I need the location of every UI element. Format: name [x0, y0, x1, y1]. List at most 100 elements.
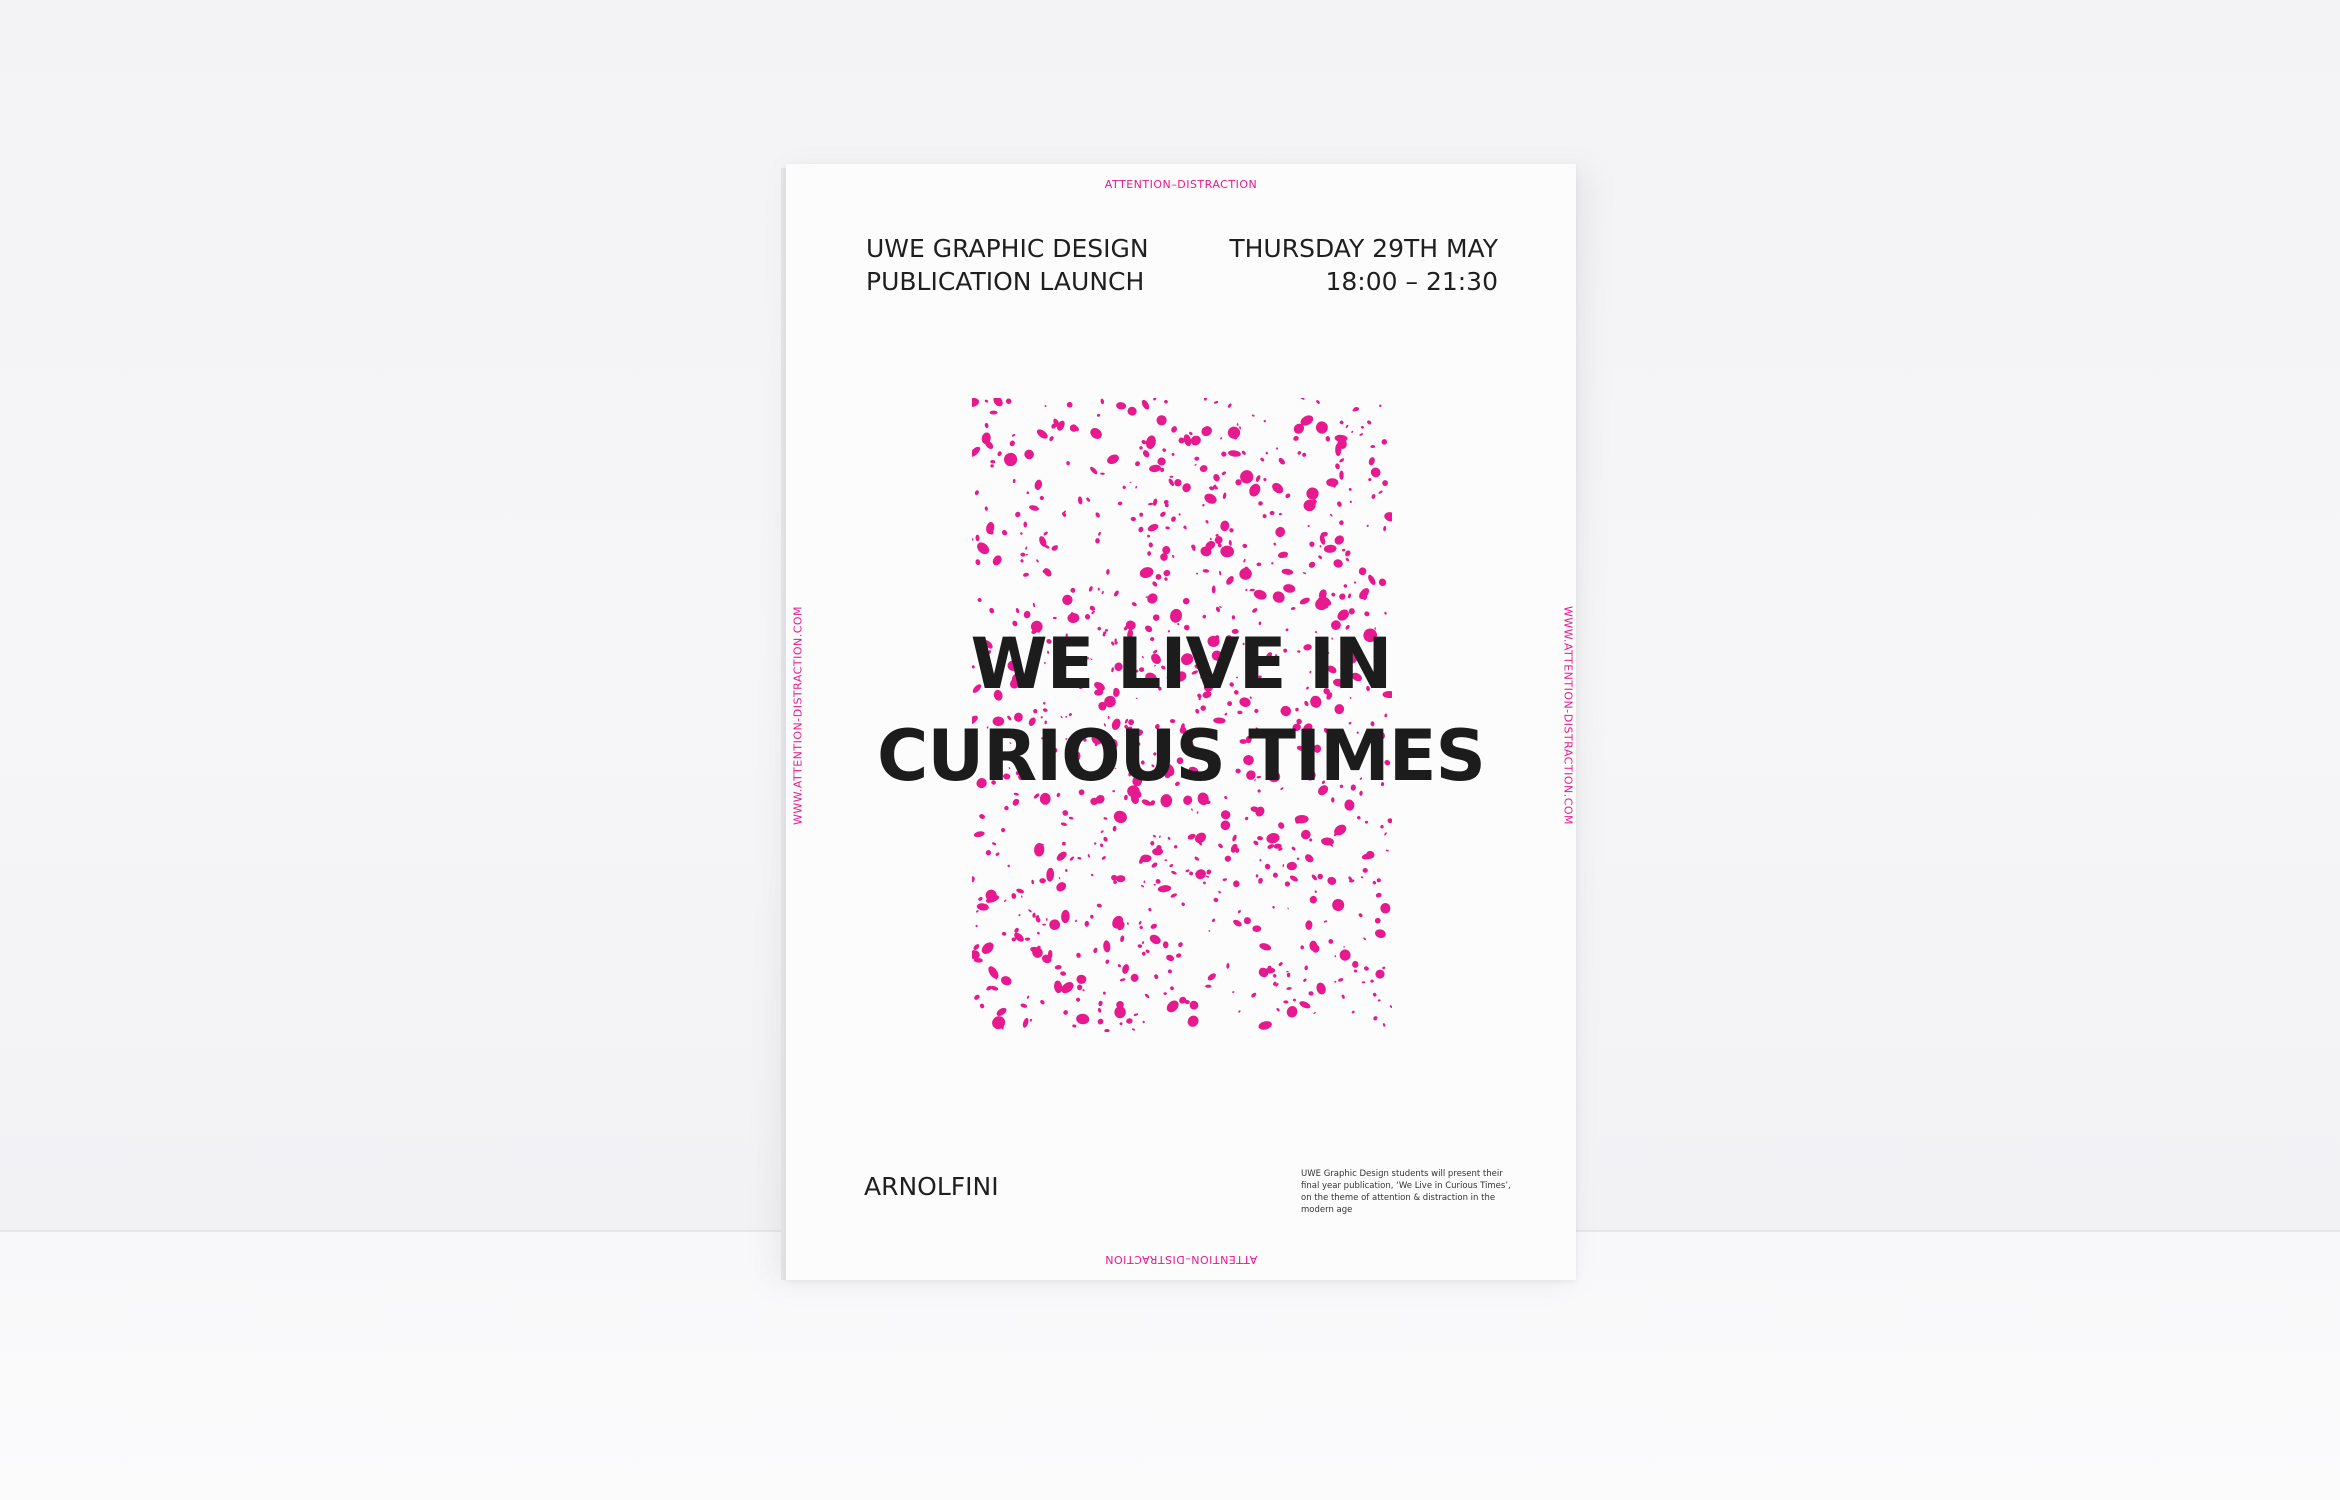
speckle-dot: [1025, 554, 1029, 556]
speckle-dot: [1379, 404, 1382, 408]
speckle-dot: [1302, 572, 1307, 575]
speckle-dot: [990, 459, 996, 464]
speckle-dot: [1084, 920, 1090, 927]
speckle-dot: [1156, 415, 1167, 426]
speckle-dot: [1094, 842, 1097, 845]
speckle-dot: [1062, 810, 1069, 816]
speckle-dot: [1162, 448, 1166, 452]
speckle-dot: [1150, 923, 1157, 929]
speckle-dot: [1202, 503, 1205, 507]
speckle-dot: [1382, 1023, 1386, 1027]
headline: WE LIVE IN CURIOUS TIMES: [786, 618, 1576, 802]
speckle-dot: [1139, 446, 1143, 450]
speckle-dot: [1205, 984, 1212, 988]
speckle-dot: [1245, 588, 1248, 591]
speckle-dot: [1224, 855, 1232, 862]
speckle-dot: [1380, 903, 1391, 914]
speckle-dot: [1290, 607, 1296, 610]
speckle-dot: [1384, 832, 1387, 836]
speckle-dot: [1334, 535, 1345, 545]
speckle-dot: [1003, 452, 1018, 467]
speckle-dot: [1259, 943, 1272, 951]
speckle-dot: [1178, 513, 1181, 516]
speckle-dot: [1164, 399, 1168, 404]
speckle-dot: [1176, 953, 1182, 958]
speckle-dot: [1229, 528, 1234, 533]
speckle-dot: [1113, 880, 1117, 884]
speckle-dot: [1194, 463, 1197, 466]
speckle-dot: [1005, 398, 1012, 404]
speckle-dot: [1155, 574, 1162, 580]
speckle-dot: [1241, 450, 1246, 455]
speckle-dot: [1011, 893, 1017, 899]
speckle-dot: [1364, 611, 1370, 617]
speckle-dot: [1286, 1006, 1298, 1018]
speckle-dot: [975, 559, 981, 566]
speckle-dot: [1249, 588, 1255, 592]
speckle-dot: [1265, 451, 1269, 455]
speckle-dot: [1282, 864, 1285, 868]
speckle-dot: [1267, 844, 1274, 849]
speckle-dot: [1244, 816, 1249, 821]
event-time: 18:00 – 21:30: [1325, 267, 1499, 296]
speckle-dot: [1309, 895, 1317, 904]
speckle-dot: [1016, 888, 1024, 894]
speckle-dot: [1157, 457, 1166, 466]
speckle-dot: [1377, 999, 1381, 1002]
speckle-dot: [992, 555, 1002, 566]
event-datetime: THURSDAY 29TH MAY 18:00 – 21:30: [1229, 232, 1498, 298]
speckle-dot: [1160, 553, 1168, 561]
speckle-dot: [1243, 917, 1251, 925]
speckle-dot: [1181, 902, 1185, 906]
speckle-dot: [1332, 898, 1345, 912]
speckle-dot: [1334, 980, 1337, 983]
speckle-dot: [1077, 856, 1082, 860]
speckle-dot: [1372, 992, 1377, 997]
speckle-dot: [995, 852, 1000, 856]
speckle-dot: [974, 994, 980, 1000]
speckle-dot: [1148, 542, 1153, 548]
speckle-dot: [1363, 937, 1366, 941]
speckle-dot: [1345, 557, 1349, 562]
speckle-dot: [1220, 545, 1235, 558]
speckle-dot: [1199, 465, 1208, 473]
speckle-dot: [1171, 452, 1175, 456]
speckle-dot: [1049, 919, 1061, 930]
speckle-dot: [1335, 463, 1340, 470]
speckle-dot: [1385, 849, 1389, 852]
speckle-dot: [1233, 919, 1242, 927]
speckle-dot: [1142, 1020, 1145, 1024]
speckle-dot: [1131, 602, 1137, 607]
speckle-dot: [1028, 909, 1032, 913]
speckle-dot: [1381, 439, 1388, 445]
speckle-dot: [1098, 531, 1101, 536]
speckle-dot: [1220, 810, 1231, 820]
speckle-dot: [1100, 472, 1105, 475]
speckle-dot: [1026, 995, 1030, 999]
speckle-dot: [1046, 867, 1055, 882]
speckle-dot: [1149, 934, 1161, 945]
speckle-dot: [1221, 451, 1227, 457]
speckle-dot: [1384, 512, 1392, 522]
speckle-dot: [1189, 431, 1193, 436]
speckle-dot: [1106, 568, 1110, 575]
speckle-dot: [985, 850, 992, 856]
speckle-dot: [1292, 998, 1297, 1002]
speckle-dot: [972, 446, 981, 457]
speckle-dot: [1343, 584, 1348, 588]
speckle-dot: [1187, 1015, 1199, 1027]
event-description: UWE Graphic Design students will present…: [1301, 1169, 1511, 1215]
speckle-dot: [1167, 969, 1172, 974]
speckle-dot: [1296, 857, 1300, 861]
speckle-dot: [1145, 949, 1150, 954]
speckle-dot: [1060, 822, 1068, 826]
speckle-dot: [1382, 966, 1386, 970]
speckle-dot: [1135, 461, 1140, 467]
speckle-dot: [1139, 567, 1154, 579]
speckle-dot: [975, 534, 980, 542]
speckle-dot: [1275, 526, 1286, 538]
poster-top-tagline: ATTENTION–DISTRACTION: [1104, 178, 1258, 191]
speckle-dot: [1291, 846, 1296, 851]
speckle-dot: [1149, 464, 1162, 473]
speckle-dot: [1165, 526, 1170, 530]
